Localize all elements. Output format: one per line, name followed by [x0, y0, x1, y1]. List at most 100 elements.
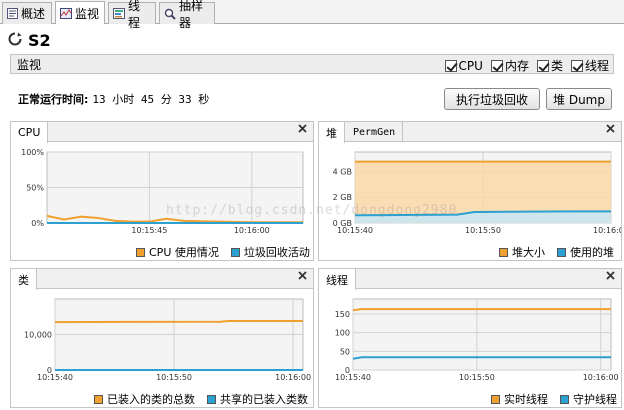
monitor-icon: [60, 7, 72, 19]
y-tick-label: 2 GB: [333, 193, 352, 202]
memory-checkbox[interactable]: 内存: [490, 57, 529, 74]
x-tick-label: 10:15:50: [459, 373, 495, 382]
heap-panel-header: 堆 PermGen: [319, 122, 621, 143]
x-tick-label: 10:16:00: [583, 373, 619, 382]
blue-swatch: [230, 247, 240, 257]
monitor-section-title: 监视: [17, 57, 42, 72]
close-threads-panel-button[interactable]: [606, 271, 615, 280]
memory-checkbox-label: 内存: [504, 59, 529, 73]
monitor-section-bar: 监视 CPU 内存 类 线程: [10, 54, 614, 74]
threads-chart: 10:15:40 10:15:50 10:16:00 0 50 100 150: [335, 298, 619, 382]
legend-live-threads: 实时线程: [491, 391, 548, 407]
legend-used-heap: 使用的堆: [557, 244, 614, 260]
tab-classes[interactable]: 类: [11, 269, 37, 290]
series-line-1: [54, 320, 303, 324]
x-tick-label: 10:16:00: [593, 226, 621, 235]
perform-gc-button[interactable]: 执行垃圾回收: [444, 88, 540, 110]
cpu-checkbox[interactable]: CPU: [444, 57, 483, 74]
checkbox-checked-icon: [490, 59, 503, 72]
view-tab-bar: 概述 监视 线程 抽样器: [0, 0, 624, 30]
overview-icon: [7, 8, 18, 19]
checkbox-checked-icon: [570, 59, 583, 72]
refresh-spinner-icon: [8, 32, 22, 46]
tab-heap[interactable]: 堆: [319, 122, 345, 143]
y-tick-label: 50: [340, 347, 350, 356]
heap-panel: 堆 PermGen 10:15:4010:15:5010:16:000 GB2 …: [318, 121, 622, 261]
blue-swatch: [207, 394, 216, 404]
close-icon: [606, 124, 615, 133]
application-name: S2: [28, 31, 51, 50]
threads-checkbox-label: 线程: [584, 59, 609, 73]
y-tick-label: 0 GB: [333, 219, 352, 228]
legend-label: 已装入的类的总数: [107, 393, 195, 406]
legend-shared-loaded-classes: 共享的已装入类数: [207, 391, 308, 407]
cpu-panel: CPU 10:15:45 10:16:00 0% 50% 100% CPU 使用情况 垃…: [10, 121, 314, 261]
tab-threads-panel[interactable]: 线程: [319, 269, 356, 290]
classes-panel: 类 10:15:40 10:15:50 10:16:00 0 10,000 已装入的类的…: [10, 268, 314, 408]
y-tick-label: 10,000: [24, 331, 52, 340]
tab-overview[interactable]: 概述: [2, 2, 52, 24]
y-tick-label: 150: [335, 310, 350, 319]
threads-panel-header: 线程: [319, 269, 621, 290]
threads-icon: [113, 8, 125, 19]
y-tick-label: 4 GB: [333, 167, 352, 176]
y-tick-label: 0: [345, 366, 350, 375]
legend-gc-activity: 垃圾回收活动: [230, 244, 310, 260]
classes-legend: 已装入的类的总数 共享的已装入类数: [94, 391, 308, 407]
y-tick-label: 0%: [31, 219, 44, 228]
legend-label: 守护线程: [573, 393, 617, 406]
classes-checkbox-label: 类: [550, 59, 563, 73]
close-heap-panel-button[interactable]: [606, 124, 615, 133]
x-tick-label: 10:15:45: [131, 226, 167, 235]
checkbox-checked-icon: [444, 59, 457, 72]
uptime-row: 正常运行时间: 13 小时 45 分 33 秒: [18, 91, 209, 107]
close-cpu-panel-button[interactable]: [298, 124, 307, 133]
blue-swatch: [560, 394, 569, 404]
close-classes-panel-button[interactable]: [298, 271, 307, 280]
legend-label: 使用的堆: [570, 246, 614, 259]
tab-threads[interactable]: 线程: [108, 0, 156, 30]
tab-overview-label: 概述: [21, 7, 46, 21]
classes-panel-header: 类: [11, 269, 313, 290]
tab-permgen[interactable]: PermGen: [346, 122, 404, 142]
x-tick-label: 10:15:50: [156, 373, 192, 382]
legend-label: CPU 使用情况: [149, 246, 219, 259]
threads-panel: 线程 10:15:40 10:15:50 10:16:00 0 50 100 150 实时线…: [318, 268, 622, 408]
legend-label: 实时线程: [504, 393, 548, 406]
chart-toggle-group: CPU 内存 类 线程: [444, 57, 609, 74]
heap-legend: 堆大小 使用的堆: [499, 244, 614, 260]
series-line-1: [352, 308, 611, 312]
uptime-value: 13 小时 45 分 33 秒: [92, 93, 210, 106]
orange-swatch: [94, 394, 103, 404]
classes-chart: 10:15:40 10:15:50 10:16:00 0 10,000: [24, 298, 311, 382]
heap-chart: 10:15:4010:15:5010:16:000 GB2 GB4 GB: [333, 151, 621, 235]
x-tick-label: 10:15:50: [465, 226, 501, 235]
orange-swatch: [136, 247, 145, 257]
uptime-label: 正常运行时间:: [18, 93, 89, 106]
cpu-panel-header: CPU: [11, 122, 313, 143]
tab-monitor[interactable]: 监视: [55, 1, 105, 24]
tab-sampler[interactable]: 抽样器: [159, 0, 215, 30]
legend-cpu-usage: CPU 使用情况: [136, 244, 219, 260]
close-icon: [298, 124, 307, 133]
tab-threads-label: 线程: [128, 0, 141, 30]
tab-cpu[interactable]: CPU: [11, 122, 49, 143]
y-tick-label: 50%: [26, 184, 44, 193]
y-tick-label: 0: [47, 366, 52, 375]
heap-dump-button[interactable]: 堆 Dump: [546, 88, 612, 110]
orange-swatch: [499, 247, 508, 257]
orange-swatch: [491, 394, 500, 404]
cpu-chart: 10:15:45 10:16:00 0% 50% 100%: [21, 148, 304, 235]
blue-swatch: [557, 247, 566, 257]
y-tick-label: 100%: [21, 148, 44, 157]
classes-checkbox[interactable]: 类: [536, 57, 563, 74]
tab-sampler-label: 抽样器: [179, 0, 204, 30]
legend-daemon-threads: 守护线程: [560, 391, 617, 407]
sampler-icon: [164, 8, 176, 20]
close-icon: [298, 271, 307, 280]
threads-checkbox[interactable]: 线程: [570, 57, 609, 74]
x-tick-label: 10:16:00: [275, 373, 311, 382]
x-tick-label: 10:16:00: [234, 226, 270, 235]
legend-total-loaded-classes: 已装入的类的总数: [94, 391, 195, 407]
x-tick-label: 10:15:40: [335, 373, 371, 382]
